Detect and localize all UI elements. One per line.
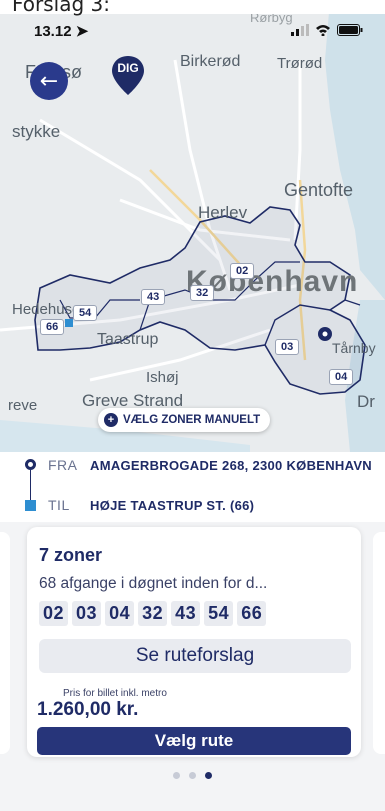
page-dot-active[interactable] (205, 772, 212, 779)
town-label: Gentofte (284, 180, 354, 200)
zone-badge: 32 (190, 285, 215, 301)
town-label: Trørød (277, 55, 323, 72)
select-zones-manually-label: VÆLG ZONER MANUELT (123, 414, 261, 426)
from-value: AMAGERBROGADE 268, 2300 KØBENHAVN (90, 457, 372, 473)
plus-icon: + (104, 413, 118, 427)
route-to-row[interactable]: TIL HØJE TAASTRUP ST. (66) (48, 497, 254, 513)
town-label: Taastrup (97, 331, 159, 348)
page-indicator (0, 772, 385, 779)
town-label: København (186, 265, 359, 298)
town-label: Birkerød (180, 53, 241, 70)
route-cards-carousel[interactable]: 7 zoner 68 afgange i døgnet inden for d.… (0, 522, 385, 811)
origin-dot-icon (25, 459, 36, 470)
town-label: Dr (357, 392, 375, 411)
map-view[interactable]: Birkerød Trørød stykke Gentofte Herlev K… (0, 0, 385, 452)
pin-label: DIG (117, 61, 139, 75)
from-label: FRA (48, 457, 78, 473)
zone-badge: 54 (73, 305, 98, 321)
town-label: Tårnby (332, 340, 376, 356)
zones-count: 7 zoner (39, 545, 103, 565)
destination-square-icon (25, 500, 36, 511)
route-from-row[interactable]: FRA AMAGERBROGADE 268, 2300 KØBENHAVN (48, 457, 372, 473)
town-label: Ishøj (146, 369, 179, 386)
town-label: reve (8, 397, 38, 414)
to-value: HØJE TAASTRUP ST. (66) (90, 497, 255, 513)
select-zones-manually-button[interactable]: + VÆLG ZONER MANUELT (98, 408, 271, 432)
zone-badge: 04 (329, 369, 354, 385)
page-dot[interactable] (173, 772, 180, 779)
page-dot[interactable] (189, 772, 196, 779)
zone-chip: 66 (237, 601, 267, 626)
location-pin[interactable]: DIG (111, 56, 145, 96)
to-label: TIL (48, 497, 70, 513)
zone-chip: 43 (171, 601, 201, 626)
next-card-peek[interactable] (373, 532, 385, 754)
zone-chip: 02 (39, 601, 69, 626)
choose-route-button[interactable]: Vælg rute (37, 727, 351, 755)
status-bar: 13.12 ➤ (0, 18, 385, 46)
price-label: Pris for billet inkl. metro (63, 688, 167, 699)
zone-chip: 32 (138, 601, 168, 626)
back-button[interactable]: ← (30, 62, 68, 100)
zone-badge: 43 (141, 289, 166, 305)
route-connector (30, 470, 31, 500)
see-route-suggestion-button[interactable]: Se ruteforslag (39, 639, 351, 673)
town-label: Herlev (198, 203, 248, 222)
slide-caption: Forslag 3: (0, 0, 385, 16)
departures-info: 68 afgange i døgnet inden for d... (39, 575, 268, 592)
signal-icon (291, 24, 309, 36)
zone-chip-list: 02 03 04 32 43 54 66 (39, 601, 267, 626)
route-option-card[interactable]: 7 zoner 68 afgange i døgnet inden for d.… (27, 527, 361, 757)
zone-badge: 02 (230, 263, 255, 279)
arrow-left-icon: ← (39, 68, 59, 94)
zone-chip: 54 (204, 601, 234, 626)
status-time: 13.12 ➤ (34, 23, 89, 40)
wifi-icon (316, 25, 330, 36)
previous-card-peek[interactable] (0, 532, 10, 754)
zone-badge: 66 (40, 319, 65, 335)
zone-badge: 03 (275, 339, 300, 355)
battery-icon (337, 24, 363, 36)
status-icons (291, 24, 363, 36)
ticket-price: 1.260,00 kr. (37, 699, 139, 720)
town-label: stykke (12, 122, 61, 141)
zone-chip: 04 (105, 601, 135, 626)
location-arrow-icon: ➤ (75, 23, 89, 40)
zone-chip: 03 (72, 601, 102, 626)
